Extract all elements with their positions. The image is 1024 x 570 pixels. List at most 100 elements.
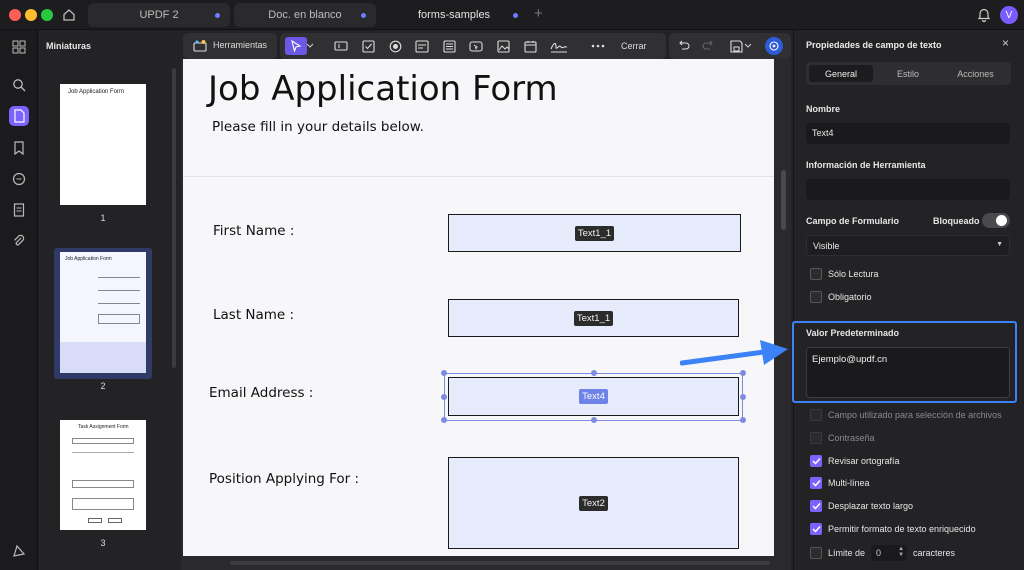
thumbnails-panel: Miniaturas Job Application Form 1 Job Ap… [38, 30, 181, 570]
thumbnail-page-1[interactable]: Job Application Form [60, 84, 146, 205]
date-field-icon[interactable] [521, 37, 539, 55]
name-input[interactable]: Text4 [806, 123, 1010, 144]
rich-text-label: Permitir formato de texto enriquecido [828, 524, 976, 534]
bell-icon[interactable] [977, 7, 991, 27]
locked-toggle[interactable] [982, 213, 1010, 228]
file-select-option[interactable]: Campo utilizado para selección de archiv… [810, 408, 1002, 422]
tab-updf-2[interactable]: UPDF 2 [88, 3, 230, 27]
read-only-checkbox[interactable] [810, 268, 822, 280]
resize-handle[interactable] [740, 417, 746, 423]
avatar[interactable]: V [1000, 6, 1018, 24]
search-icon[interactable] [9, 75, 29, 95]
image-field-icon[interactable] [494, 37, 512, 55]
scroll-text-label: Desplazar texto largo [828, 501, 914, 511]
password-checkbox[interactable] [810, 432, 822, 444]
spellcheck-checkbox[interactable] [810, 455, 822, 467]
pages-icon[interactable] [9, 106, 29, 126]
rich-text-option[interactable]: Permitir formato de texto enriquecido [810, 522, 976, 536]
tooltip-input[interactable] [806, 179, 1010, 200]
list-box-icon[interactable] [440, 37, 458, 55]
select-cursor-icon[interactable] [285, 37, 307, 55]
layers-icon[interactable] [9, 541, 29, 561]
grid-icon[interactable] [9, 37, 29, 57]
password-option[interactable]: Contraseña [810, 431, 875, 445]
name-label: Nombre [806, 104, 841, 114]
thumbnail-number: 1 [100, 213, 106, 223]
new-tab-icon[interactable]: + [534, 5, 543, 22]
comment-icon[interactable] [9, 169, 29, 189]
multiline-option[interactable]: Multi-línea [810, 476, 870, 490]
tools-icon[interactable] [191, 37, 209, 55]
first-name-field[interactable]: Text1_1 [448, 214, 741, 252]
horizontal-scrollbar[interactable] [230, 561, 770, 565]
ai-assistant-icon[interactable] [765, 37, 783, 55]
chevron-down-icon[interactable] [305, 37, 315, 55]
close-tools-button[interactable]: Cerrar [621, 41, 647, 51]
zoom-window-button[interactable] [41, 9, 53, 21]
resize-handle[interactable] [441, 370, 447, 376]
rich-text-checkbox[interactable] [810, 523, 822, 535]
default-value-input[interactable]: Ejemplo@updf.cn [806, 347, 1010, 398]
button-field-icon[interactable] [467, 37, 485, 55]
document-icon[interactable] [9, 200, 29, 220]
resize-handle[interactable] [740, 394, 746, 400]
redo-icon[interactable] [699, 37, 717, 55]
tools-group: Herramientas [183, 33, 277, 59]
pdf-page: Job Application Form Please fill in your… [183, 59, 774, 556]
bookmark-icon[interactable] [9, 138, 29, 158]
position-field[interactable]: Text2 [448, 457, 739, 549]
tab-general[interactable]: General [809, 65, 873, 82]
panel-title: Propiedades de campo de texto [806, 40, 942, 50]
document-title: Job Application Form [208, 69, 558, 109]
document-scrollbar[interactable] [781, 170, 786, 230]
scroll-text-checkbox[interactable] [810, 500, 822, 512]
locked-label: Bloqueado [933, 216, 980, 226]
properties-panel: Propiedades de campo de texto × General … [792, 30, 1024, 570]
text-field-icon[interactable] [332, 37, 350, 55]
more-icon[interactable] [589, 37, 607, 55]
file-select-checkbox[interactable] [810, 409, 822, 421]
email-label: Email Address : [209, 385, 314, 401]
attachment-icon[interactable] [9, 231, 29, 251]
checkbox-icon[interactable] [359, 37, 377, 55]
callout-arrow-icon [680, 340, 788, 366]
char-limit-checkbox[interactable] [810, 547, 822, 559]
close-icon[interactable]: × [1002, 36, 1009, 50]
signature-icon[interactable] [548, 37, 570, 55]
thumbnail-page-3[interactable]: Task Assignment Form [60, 420, 146, 530]
thumb-box [72, 452, 134, 470]
combo-box-icon[interactable] [413, 37, 431, 55]
undo-icon[interactable] [674, 37, 692, 55]
thumb-box [108, 518, 122, 523]
minimize-window-button[interactable] [25, 9, 37, 21]
resize-handle[interactable] [441, 394, 447, 400]
visibility-select[interactable]: Visible ▼ [806, 235, 1010, 256]
read-only-option[interactable]: Sólo Lectura [810, 267, 879, 281]
char-limit-stepper[interactable]: 0 ▲ ▼ [871, 545, 908, 561]
radio-button-icon[interactable] [386, 37, 404, 55]
tab-doc-en-blanco[interactable]: Doc. en blanco [234, 3, 376, 27]
resize-handle[interactable] [591, 370, 597, 376]
required-checkbox[interactable] [810, 291, 822, 303]
multiline-checkbox[interactable] [810, 477, 822, 489]
spellcheck-option[interactable]: Revisar ortografía [810, 454, 900, 468]
tab-acciones[interactable]: Acciones [943, 65, 1008, 82]
tab-forms-samples[interactable]: forms-samples [380, 3, 528, 27]
home-icon[interactable] [58, 5, 80, 25]
thumbnails-scrollbar[interactable] [172, 68, 176, 368]
tab-estilo[interactable]: Estilo [876, 65, 940, 82]
resize-handle[interactable] [740, 370, 746, 376]
last-name-field[interactable]: Text1_1 [448, 299, 739, 337]
chevron-down-icon[interactable] [743, 37, 753, 55]
thumbnail-page-2[interactable]: Job Application Form [60, 252, 146, 373]
resize-handle[interactable] [591, 417, 597, 423]
close-window-button[interactable] [9, 9, 21, 21]
title-bar: UPDF 2 Doc. en blanco forms-samples + V [0, 0, 1024, 30]
scroll-text-option[interactable]: Desplazar texto largo [810, 499, 913, 513]
stepper-arrows-icon[interactable]: ▲ ▼ [898, 546, 904, 558]
tools-button[interactable]: Herramientas [213, 40, 267, 50]
char-limit-option[interactable]: Límite de 0 ▲ ▼ caracteres [810, 544, 955, 562]
resize-handle[interactable] [441, 417, 447, 423]
char-limit-suffix: caracteres [913, 548, 956, 558]
required-option[interactable]: Obligatorio [810, 290, 872, 304]
